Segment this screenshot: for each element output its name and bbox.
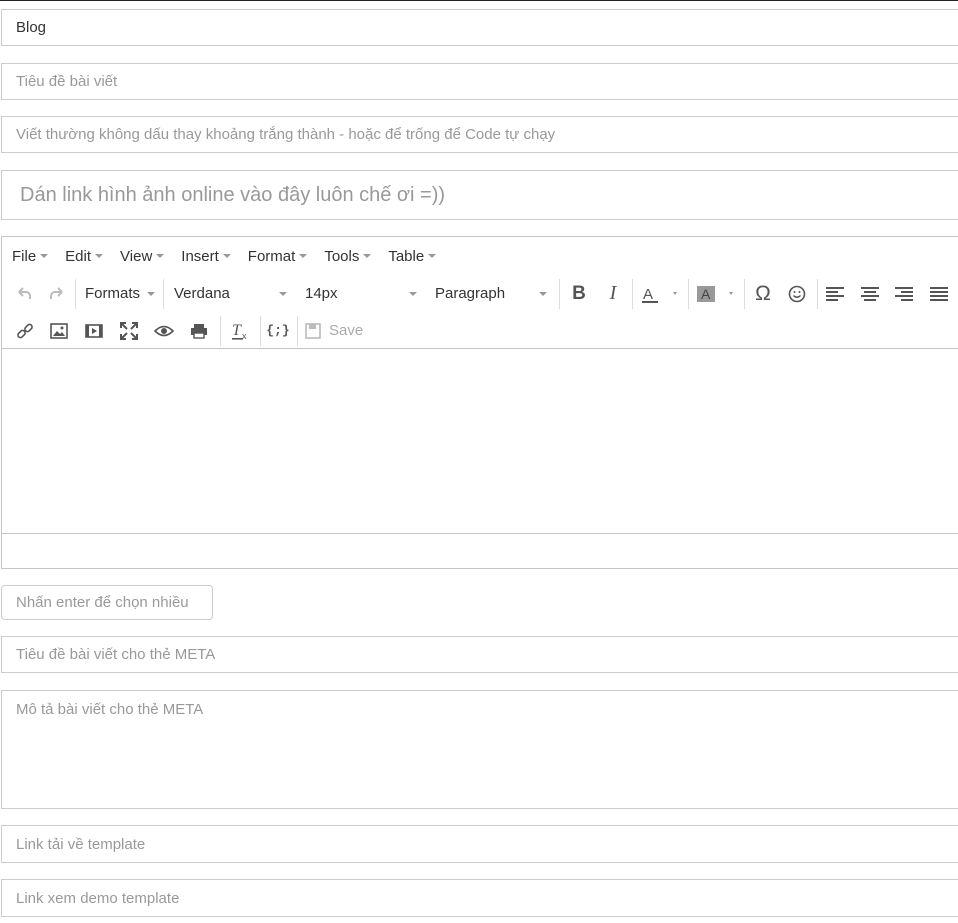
special-char-icon[interactable]: Ω	[749, 275, 777, 312]
formats-dropdown[interactable]: Formats	[85, 275, 155, 312]
block-format-label: Paragraph	[435, 285, 506, 302]
clear-format-icon[interactable]: Tx	[226, 312, 254, 349]
link-icon[interactable]	[11, 312, 39, 349]
fullscreen-icon[interactable]	[115, 312, 143, 349]
caret-icon	[156, 254, 165, 258]
formats-label: Formats	[85, 285, 141, 302]
svg-text:A: A	[701, 286, 711, 302]
editor-toolbar-row-2: Tx {;} Save	[2, 312, 958, 349]
block-format-dropdown[interactable]: Paragraph	[435, 275, 547, 312]
font-family-label: Verdana	[174, 285, 230, 302]
caret-icon	[147, 291, 155, 296]
menu-table[interactable]: Table	[388, 247, 437, 265]
preview-icon[interactable]	[150, 312, 178, 349]
toolbar-separator	[163, 279, 164, 309]
svg-text:A: A	[643, 286, 653, 303]
media-icon[interactable]	[80, 312, 108, 349]
menu-view[interactable]: View	[120, 247, 165, 265]
menu-file-label: File	[12, 247, 37, 265]
caret-icon	[40, 254, 49, 258]
rich-text-editor: File Edit View Insert Format Tools Table…	[1, 236, 958, 569]
toolbar-separator	[632, 279, 633, 309]
editor-toolbar-row-1: Formats Verdana 14px Paragraph B I A A Ω	[2, 275, 958, 312]
caret-icon	[222, 254, 231, 258]
meta-description-placeholder: Mô tả bài viết cho thẻ META	[16, 701, 204, 718]
caret-icon	[363, 254, 372, 258]
toolbar-separator	[220, 316, 221, 346]
toolbar-separator	[559, 279, 560, 309]
image-url-input[interactable]: Dán link hình ảnh online vào đây luôn ch…	[1, 170, 958, 220]
tags-placeholder: Nhấn enter để chọn nhiều	[16, 594, 189, 611]
align-justify-icon[interactable]	[925, 275, 953, 312]
toolbar-separator	[75, 279, 76, 309]
menu-edit-label: Edit	[65, 247, 92, 265]
demo-link-input[interactable]: Link xem demo template	[1, 879, 958, 917]
toolbar-separator	[688, 279, 689, 309]
svg-text:x: x	[242, 331, 247, 341]
category-field[interactable]: Blog	[1, 9, 958, 46]
italic-icon[interactable]: I	[599, 275, 627, 312]
bold-glyph: B	[572, 282, 586, 304]
font-size-label: 14px	[305, 285, 338, 302]
font-family-dropdown[interactable]: Verdana	[174, 275, 287, 312]
toolbar-separator	[817, 279, 818, 309]
bold-icon[interactable]: B	[565, 275, 593, 312]
menu-view-label: View	[120, 247, 153, 265]
image-icon[interactable]	[45, 312, 73, 349]
code-sample-glyph: {;}	[266, 323, 290, 338]
font-size-dropdown[interactable]: 14px	[305, 275, 417, 312]
menu-table-label: Table	[388, 247, 425, 265]
meta-title-input[interactable]: Tiêu đề bài viết cho thẻ META	[1, 636, 958, 673]
menu-tools-label: Tools	[324, 247, 360, 265]
menu-file[interactable]: File	[12, 247, 49, 265]
text-color-icon[interactable]: A	[638, 275, 684, 312]
caret-icon	[428, 254, 437, 258]
category-value: Blog	[16, 19, 47, 36]
align-right-icon[interactable]	[890, 275, 918, 312]
save-label: Save	[329, 322, 364, 339]
omega-glyph: Ω	[755, 281, 771, 305]
download-link-input[interactable]: Link tải về template	[1, 825, 958, 863]
editor-menubar: File Edit View Insert Format Tools Table	[2, 237, 958, 275]
toolbar-separator	[744, 279, 745, 309]
menu-tools[interactable]: Tools	[324, 247, 372, 265]
title-placeholder: Tiêu đề bài viết	[16, 73, 118, 90]
menu-edit[interactable]: Edit	[65, 247, 104, 265]
save-button[interactable]: Save	[305, 312, 371, 349]
slug-input[interactable]: Viết thường không dấu thay khoảng trắng …	[1, 116, 958, 153]
caret-icon	[409, 291, 417, 296]
undo-icon[interactable]	[10, 275, 38, 312]
redo-icon[interactable]	[43, 275, 71, 312]
demo-link-placeholder: Link xem demo template	[16, 889, 180, 907]
align-left-icon[interactable]	[821, 275, 849, 312]
menu-format-label: Format	[247, 247, 296, 265]
slug-placeholder: Viết thường không dấu thay khoảng trắng …	[16, 126, 556, 143]
tags-input[interactable]: Nhấn enter để chọn nhiều	[1, 585, 213, 620]
print-icon[interactable]	[185, 312, 213, 349]
caret-icon	[299, 254, 308, 258]
editor-statusbar	[2, 533, 958, 568]
top-border	[0, 0, 958, 1]
download-link-placeholder: Link tải về template	[16, 835, 146, 853]
meta-description-textarea[interactable]: Mô tả bài viết cho thẻ META	[1, 690, 958, 809]
toolbar-separator	[297, 316, 298, 346]
svg-text:T: T	[232, 322, 242, 339]
caret-icon	[539, 291, 547, 296]
image-url-placeholder: Dán link hình ảnh online vào đây luôn ch…	[20, 183, 446, 206]
save-icon	[305, 322, 321, 339]
italic-glyph: I	[609, 282, 617, 304]
menu-insert-label: Insert	[181, 247, 219, 265]
menu-insert[interactable]: Insert	[181, 248, 231, 265]
editor-content-area[interactable]	[2, 349, 958, 534]
code-sample-icon[interactable]: {;}	[264, 312, 292, 349]
title-input[interactable]: Tiêu đề bài viết	[1, 63, 958, 100]
meta-title-placeholder: Tiêu đề bài viết cho thẻ META	[16, 646, 216, 663]
caret-icon	[95, 254, 104, 258]
toolbar-separator	[260, 316, 261, 346]
caret-icon	[279, 291, 287, 296]
align-center-icon[interactable]	[856, 275, 884, 312]
background-color-icon[interactable]: A	[694, 275, 740, 312]
menu-format[interactable]: Format	[248, 248, 308, 265]
emoticon-icon[interactable]	[783, 275, 811, 312]
